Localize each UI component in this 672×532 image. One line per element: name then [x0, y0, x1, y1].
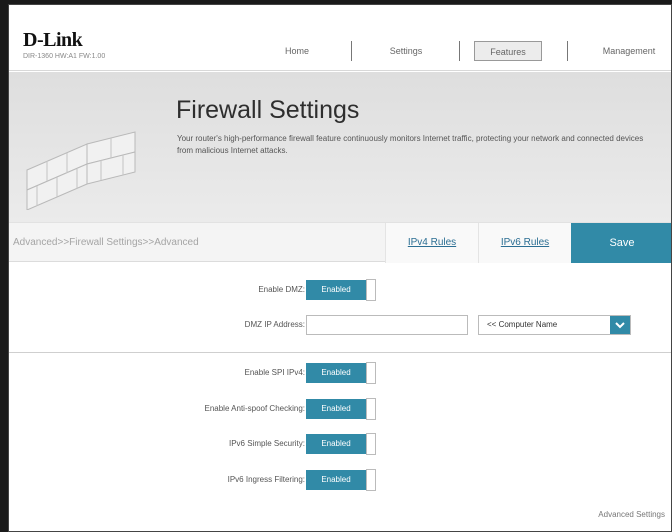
page-title: Firewall Settings	[176, 96, 360, 124]
toggle-knob	[366, 469, 376, 491]
row-spi-ipv4: Enable SPI IPv4: Enabled	[9, 362, 671, 384]
anti-spoof-label: Enable Anti-spoof Checking:	[204, 404, 305, 413]
nav-home[interactable]: Home	[272, 41, 322, 61]
action-bar: Advanced>>Firewall Settings>>Advanced IP…	[9, 222, 671, 263]
section-divider	[9, 352, 671, 353]
row-dmz-ip: DMZ IP Address: << Computer Name	[9, 314, 671, 336]
row-ipv6-ingress: IPv6 Ingress Filtering: Enabled	[9, 469, 671, 491]
spi-ipv4-toggle[interactable]: Enabled	[306, 362, 380, 384]
nav-separator	[351, 41, 352, 61]
toggle-knob	[366, 433, 376, 455]
select-value: << Computer Name	[487, 320, 558, 329]
nav-separator	[459, 41, 460, 61]
ipv6-simple-toggle[interactable]: Enabled	[306, 433, 380, 455]
toggle-state: Enabled	[306, 399, 366, 419]
row-enable-dmz: Enable DMZ: Enabled	[9, 279, 671, 301]
router-admin-page: D-Link DIR-1360 HW:A1 FW:1.00 Home Setti…	[8, 4, 672, 532]
page-banner: Firewall Settings Your router's high-per…	[9, 72, 671, 222]
ipv4-rules-link[interactable]: IPv4 Rules	[385, 223, 478, 263]
advanced-settings-link[interactable]: Advanced Settings	[598, 510, 665, 519]
toggle-state: Enabled	[306, 434, 366, 454]
ipv6-ingress-toggle[interactable]: Enabled	[306, 469, 380, 491]
toggle-knob	[366, 362, 376, 384]
main-nav: Home Settings Features Management	[9, 41, 671, 61]
page-description: Your router's high-performance firewall …	[177, 134, 644, 155]
ipv6-ingress-label: IPv6 Ingress Filtering:	[227, 475, 305, 484]
firewall-wall-icon	[26, 131, 136, 210]
chevron-down-icon	[610, 316, 630, 334]
nav-features[interactable]: Features	[474, 41, 542, 61]
ipv6-simple-label: IPv6 Simple Security:	[228, 439, 305, 448]
toggle-state: Enabled	[306, 363, 366, 383]
row-ipv6-simple: IPv6 Simple Security: Enabled	[9, 433, 671, 455]
save-button[interactable]: Save	[571, 223, 671, 263]
nav-management[interactable]: Management	[589, 41, 669, 61]
nav-separator	[567, 41, 568, 61]
top-header: D-Link DIR-1360 HW:A1 FW:1.00 Home Setti…	[9, 5, 671, 71]
anti-spoof-toggle[interactable]: Enabled	[306, 398, 380, 420]
row-anti-spoof: Enable Anti-spoof Checking: Enabled	[9, 398, 671, 420]
computer-name-select[interactable]: << Computer Name	[478, 315, 631, 335]
breadcrumb: Advanced>>Firewall Settings>>Advanced	[13, 237, 199, 248]
toggle-knob	[366, 398, 376, 420]
toggle-state: Enabled	[306, 280, 366, 300]
toggle-state: Enabled	[306, 470, 366, 490]
toggle-knob	[366, 279, 376, 301]
enable-dmz-toggle[interactable]: Enabled	[306, 279, 380, 301]
spi-ipv4-label: Enable SPI IPv4:	[244, 368, 305, 377]
dmz-ip-input[interactable]	[306, 315, 468, 335]
enable-dmz-label: Enable DMZ:	[258, 285, 305, 294]
ipv6-rules-link[interactable]: IPv6 Rules	[478, 223, 571, 263]
nav-settings[interactable]: Settings	[381, 41, 431, 61]
dmz-ip-label: DMZ IP Address:	[244, 320, 305, 329]
